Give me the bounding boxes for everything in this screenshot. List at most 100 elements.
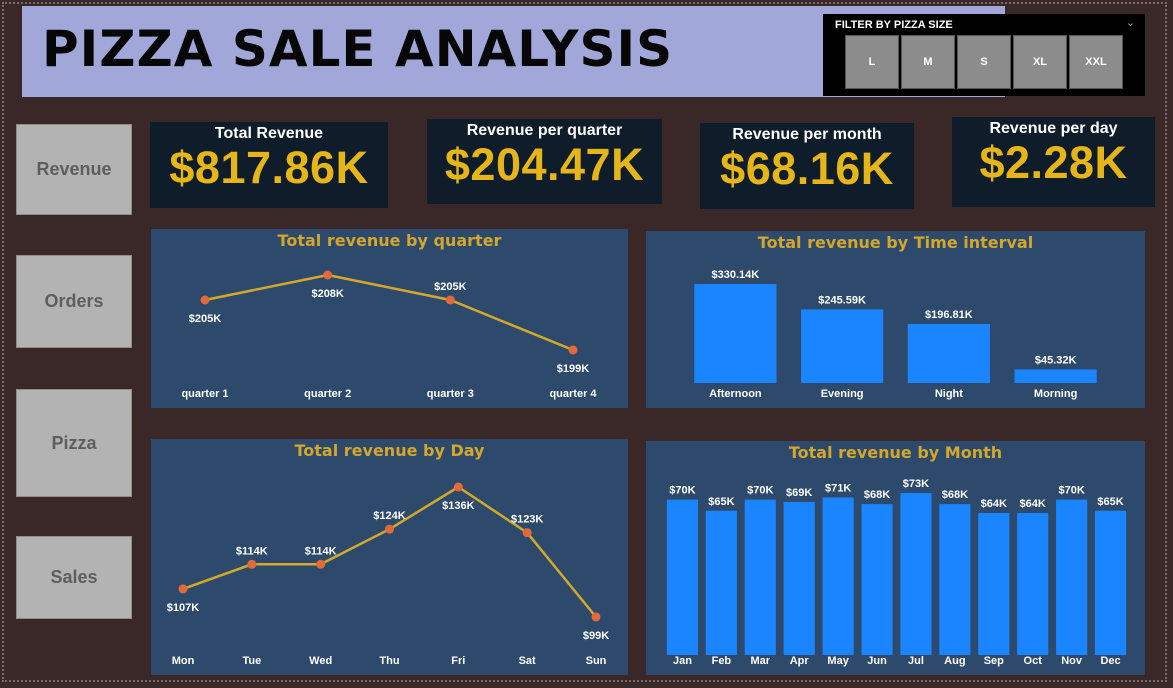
nav-button-sales[interactable]: Sales bbox=[16, 536, 132, 619]
data-label: $114K bbox=[305, 545, 337, 557]
x-tick-label: quarter 4 bbox=[549, 388, 597, 400]
data-point bbox=[178, 584, 188, 594]
data-label: $73K bbox=[903, 478, 929, 490]
x-tick-label: Sat bbox=[519, 655, 536, 667]
x-tick-label: quarter 3 bbox=[427, 388, 474, 400]
bar bbox=[939, 504, 971, 655]
chevron-down-icon[interactable]: ⌄ bbox=[1126, 16, 1135, 29]
data-label: $114K bbox=[236, 545, 268, 557]
bar bbox=[666, 499, 699, 655]
data-label: $330.14K bbox=[712, 269, 760, 281]
data-label: $69K bbox=[786, 487, 812, 499]
data-label: $70K bbox=[747, 485, 773, 497]
kpi-card-revenue-per-day: Revenue per day $2.28K bbox=[952, 117, 1155, 207]
size-button-m[interactable]: M bbox=[901, 35, 955, 89]
x-tick-label: Wed bbox=[309, 655, 332, 667]
size-button-xxl[interactable]: XXL bbox=[1069, 35, 1123, 89]
day-line-plot: $107K Mon $114K Tue $114K Wed $124K Thu $136K Fri… bbox=[167, 482, 609, 667]
month-revenue-chart: Total revenue by Month $70K Jan $65K Feb $70… bbox=[646, 441, 1145, 675]
quarter-revenue-chart: Total revenue by quarter $205K quarter 1 $… bbox=[151, 229, 628, 408]
x-tick-label: Aug bbox=[944, 655, 965, 667]
bar bbox=[705, 510, 737, 655]
x-tick-label: Sep bbox=[984, 655, 1004, 667]
kpi-card-revenue-per-month: Revenue per month $68.16K bbox=[700, 123, 914, 209]
data-point bbox=[453, 482, 463, 492]
bar bbox=[861, 504, 893, 655]
size-button-l[interactable]: L bbox=[845, 35, 899, 89]
x-tick-label: Jul bbox=[908, 655, 924, 667]
data-label: $99K bbox=[583, 630, 609, 642]
data-point bbox=[591, 612, 601, 622]
bar bbox=[694, 284, 777, 383]
day-revenue-chart: Total revenue by Day $107K Mon $114K Tue $11… bbox=[151, 439, 628, 675]
x-tick-label: Night bbox=[935, 388, 963, 400]
x-tick-label: Morning bbox=[1034, 388, 1077, 400]
data-point bbox=[200, 295, 210, 305]
data-label: $64K bbox=[1020, 498, 1046, 510]
bar bbox=[1094, 510, 1127, 655]
filter-title: FILTER BY PIZZA SIZE bbox=[835, 19, 953, 31]
data-point bbox=[247, 559, 257, 569]
kpi-value: $204.47K bbox=[444, 139, 645, 190]
x-tick-label: Thu bbox=[379, 655, 399, 667]
data-label: $68K bbox=[942, 489, 968, 501]
x-tick-label: Apr bbox=[790, 655, 810, 667]
data-label: $124K bbox=[373, 510, 405, 522]
bar bbox=[1017, 512, 1049, 655]
data-point bbox=[522, 528, 532, 538]
nav-button-pizza[interactable]: Pizza bbox=[16, 389, 132, 497]
data-label: $65K bbox=[708, 496, 734, 508]
kpi-label: Revenue per month bbox=[732, 126, 882, 143]
data-point bbox=[323, 270, 333, 280]
x-tick-label: Evening bbox=[821, 388, 864, 400]
size-button-s[interactable]: S bbox=[957, 35, 1011, 89]
x-tick-label: Oct bbox=[1024, 655, 1043, 667]
kpi-value: $2.28K bbox=[979, 137, 1128, 188]
data-label: $205K bbox=[434, 281, 466, 293]
x-tick-label: Dec bbox=[1100, 655, 1120, 667]
quarter-line-plot: $205K quarter 1 $208K quarter 2 $205K quarter… bbox=[181, 270, 597, 400]
data-label: $70K bbox=[669, 485, 695, 497]
bar bbox=[822, 497, 854, 655]
x-tick-label: Nov bbox=[1061, 655, 1083, 667]
x-tick-label: Mon bbox=[172, 655, 195, 667]
series-line bbox=[204, 273, 574, 352]
bar bbox=[744, 499, 776, 655]
page-title: PIZZA SALE ANALYSIS bbox=[42, 20, 674, 78]
nav-button-revenue[interactable]: Revenue bbox=[16, 124, 132, 215]
kpi-value: $817.86K bbox=[169, 142, 369, 193]
kpi-label: Total Revenue bbox=[214, 125, 324, 142]
data-label: $107K bbox=[167, 602, 199, 614]
x-tick-label: Jun bbox=[867, 655, 887, 667]
data-label: $123K bbox=[511, 514, 543, 526]
bar bbox=[907, 323, 990, 383]
kpi-card-total-revenue: Total Revenue $817.86K bbox=[150, 122, 388, 208]
data-label: $208K bbox=[311, 288, 343, 300]
x-tick-label: Jan bbox=[673, 655, 692, 667]
data-label: $65K bbox=[1097, 496, 1123, 508]
bar bbox=[900, 493, 932, 655]
x-tick-label: quarter 1 bbox=[181, 388, 228, 400]
data-point bbox=[316, 559, 326, 569]
size-button-xl[interactable]: XL bbox=[1013, 35, 1067, 89]
time-interval-bar-plot: $330.14K Afternoon $245.59K Evening $196.81K… bbox=[694, 269, 1097, 400]
data-label: $68K bbox=[864, 489, 890, 501]
x-tick-label: Fri bbox=[451, 655, 465, 667]
data-label: $245.59K bbox=[818, 294, 866, 306]
bar bbox=[978, 512, 1010, 655]
time-interval-revenue-chart: Total revenue by Time interval $330.14K A… bbox=[646, 231, 1145, 408]
pizza-size-filter: FILTER BY PIZZA SIZE ⌄ L M S XL XXL bbox=[823, 14, 1145, 96]
data-label: $45.32K bbox=[1035, 354, 1077, 366]
data-label: $196.81K bbox=[925, 309, 973, 321]
data-label: $64K bbox=[981, 498, 1007, 510]
x-tick-label: Afternoon bbox=[709, 388, 762, 400]
month-bar-plot: $70K Jan $65K Feb $70K Mar $69K Apr $71K May $68K J… bbox=[666, 478, 1127, 667]
bar bbox=[783, 501, 815, 655]
x-tick-label: Feb bbox=[712, 655, 732, 667]
x-tick-label: Mar bbox=[751, 655, 771, 667]
data-label: $199K bbox=[557, 363, 589, 375]
data-point bbox=[445, 295, 455, 305]
nav-button-orders[interactable]: Orders bbox=[16, 255, 132, 348]
kpi-card-revenue-per-quarter: Revenue per quarter $204.47K bbox=[427, 119, 662, 204]
kpi-value: $68.16K bbox=[720, 143, 894, 194]
